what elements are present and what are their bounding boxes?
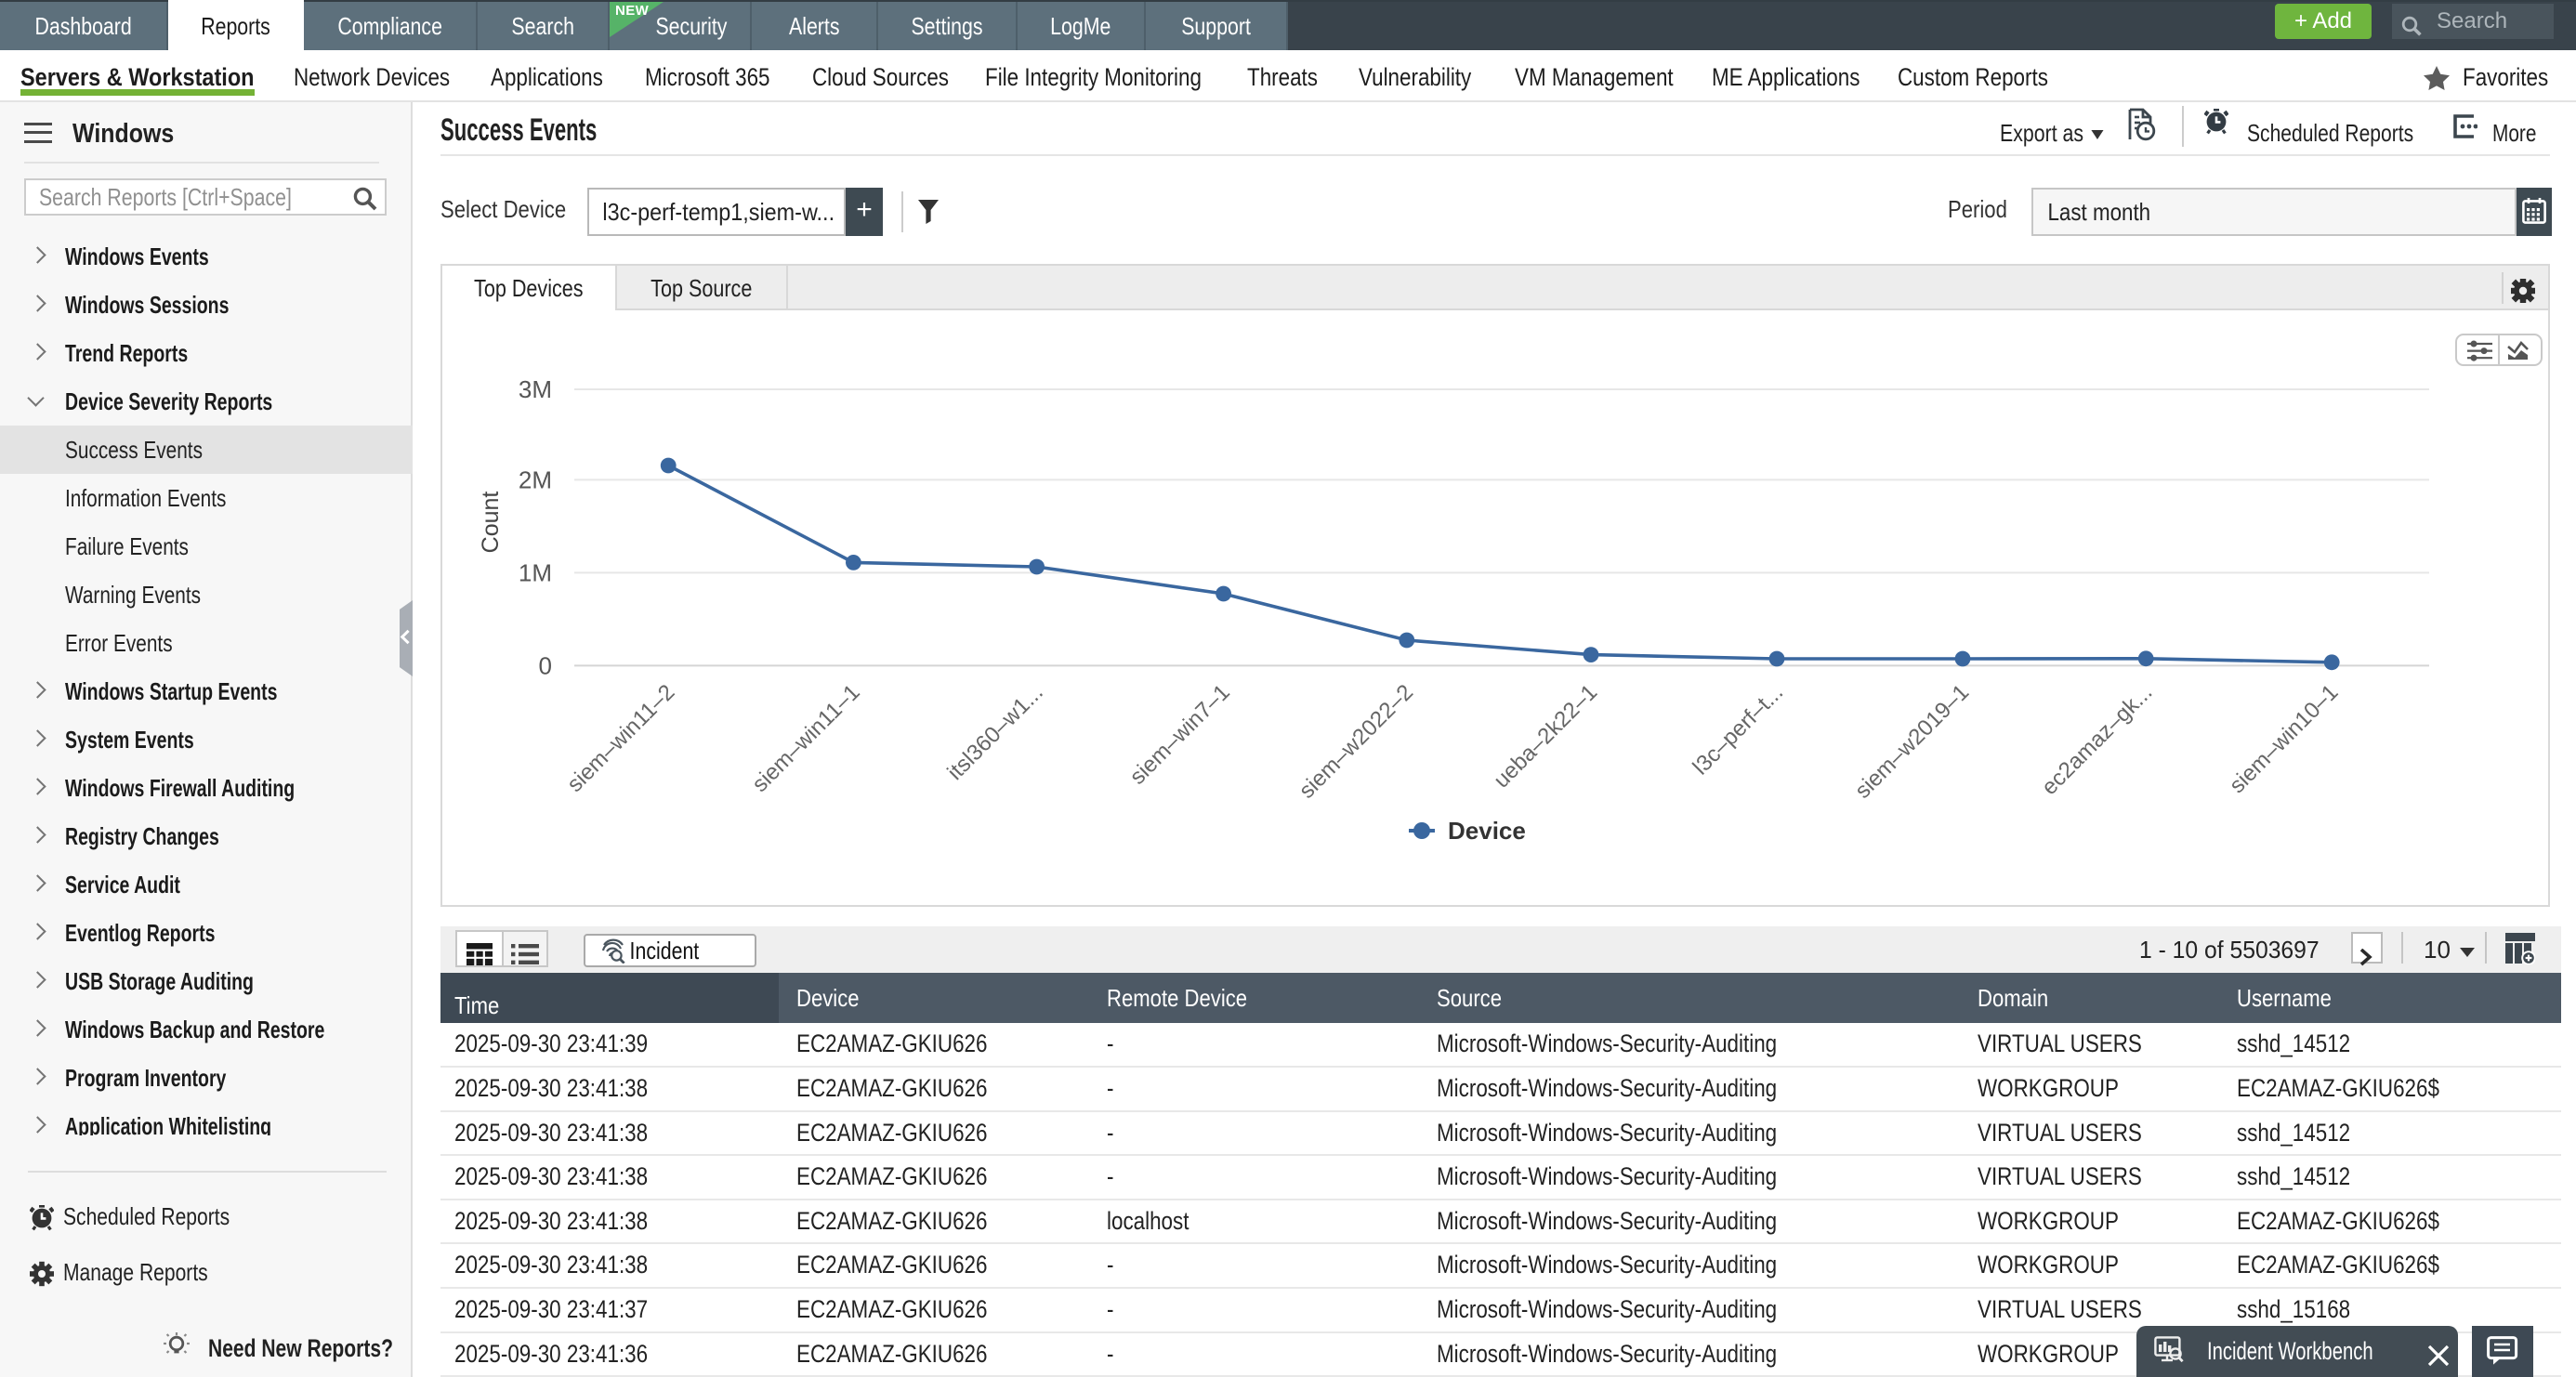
svg-text:3M: 3M	[519, 375, 552, 403]
svg-text:l3c–perf–t...: l3c–perf–t...	[1688, 680, 1788, 780]
svg-text:siem–win7–1: siem–win7–1	[1125, 680, 1235, 790]
svg-text:siem–win10–1: siem–win10–1	[2225, 680, 2344, 799]
svg-text:0: 0	[539, 651, 552, 679]
svg-text:2M: 2M	[519, 466, 552, 493]
svg-text:ec2amaz–gk...: ec2amaz–gk...	[2037, 680, 2157, 800]
svg-text:Device: Device	[1448, 817, 1526, 845]
svg-text:siem–win11–2: siem–win11–2	[562, 680, 679, 797]
svg-text:ueba–2k22–1: ueba–2k22–1	[1489, 680, 1602, 793]
svg-text:1M: 1M	[519, 558, 552, 586]
svg-text:siem–w2022–2: siem–w2022–2	[1295, 680, 1418, 804]
svg-text:siem–w2019–1: siem–w2019–1	[1850, 680, 1974, 804]
svg-text:Count: Count	[478, 492, 504, 554]
svg-text:siem–win11–1: siem–win11–1	[747, 680, 864, 797]
svg-text:itsl360–w1...: itsl360–w1...	[942, 680, 1047, 785]
